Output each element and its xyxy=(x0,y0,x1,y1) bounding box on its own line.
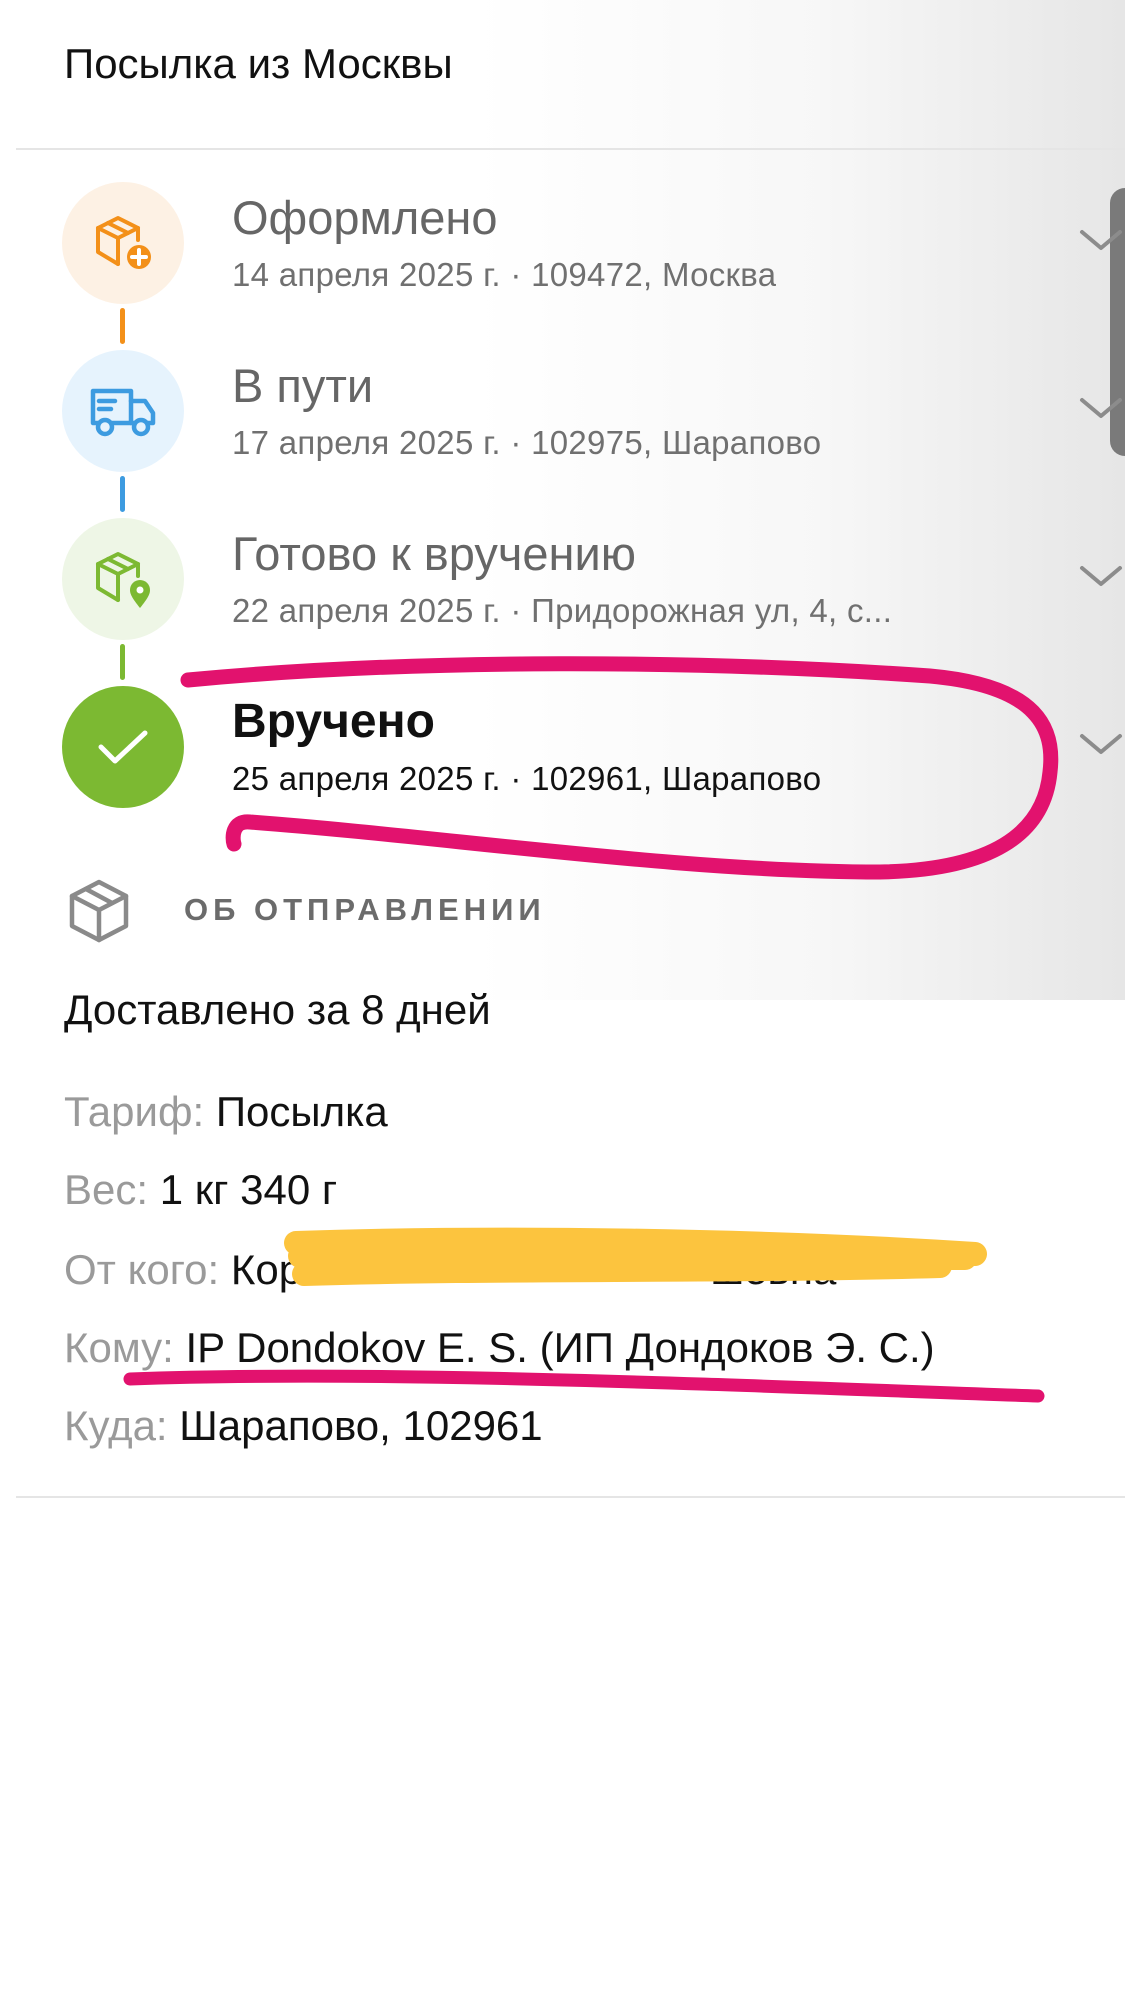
step-subtitle: 17 апреля 2025 г. · 102975, Шарапово xyxy=(232,424,822,461)
detail-value: Посылка xyxy=(215,1088,388,1135)
detail-row-tariff: Тариф: Посылка xyxy=(64,1088,388,1136)
checkmark-icon xyxy=(62,686,184,808)
chevron-down-icon[interactable] xyxy=(1078,388,1124,428)
timeline-step-registered[interactable]: Оформлено 14 апреля 2025 г. · 109472, Мо… xyxy=(0,182,1125,322)
chevron-down-icon[interactable] xyxy=(1078,724,1124,764)
detail-value: 1 кг 340 г xyxy=(159,1166,338,1213)
background-shade xyxy=(0,0,1125,1000)
timeline-step-in-transit[interactable]: В пути 17 апреля 2025 г. · 102975, Шарап… xyxy=(0,350,1125,490)
detail-value: IP Dondokov E. S. (ИП Дондоков Э. С.) xyxy=(185,1324,935,1371)
package-add-icon xyxy=(62,182,184,304)
pink-underline xyxy=(123,1369,1045,1403)
detail-label: Куда: xyxy=(64,1402,168,1449)
timeline-connector xyxy=(120,308,125,344)
detail-row-weight: Вес: 1 кг 340 г xyxy=(64,1166,337,1214)
delivery-duration: Доставлено за 8 дней xyxy=(64,986,491,1033)
step-title: Оформлено xyxy=(232,191,498,244)
detail-row-recipient: Кому: IP Dondokov E. S. (ИП Дондоков Э. … xyxy=(64,1324,935,1372)
package-location-icon xyxy=(62,518,184,640)
timeline-step-ready-for-pickup[interactable]: Готово к вручению 22 апреля 2025 г. · Пр… xyxy=(0,518,1125,658)
detail-row-sender: От кого: Кор шевна xyxy=(64,1246,836,1294)
truck-icon xyxy=(62,350,184,472)
header-divider xyxy=(16,148,1125,150)
package-icon xyxy=(69,879,129,943)
step-title: Вручено xyxy=(232,695,435,748)
detail-value: Шарапово, 102961 xyxy=(179,1402,543,1449)
timeline-connector xyxy=(120,644,125,680)
detail-value: Кор шевна xyxy=(230,1246,837,1293)
section-divider xyxy=(16,1496,1125,1498)
detail-label: Вес: xyxy=(64,1166,149,1213)
detail-row-destination: Куда: Шарапово, 102961 xyxy=(64,1402,543,1450)
detail-label: Тариф: xyxy=(64,1088,205,1135)
detail-label: Кому: xyxy=(64,1324,174,1371)
page-title: Посылка из Москвы xyxy=(64,40,453,87)
timeline-step-delivered[interactable]: Вручено 25 апреля 2025 г. · 102961, Шара… xyxy=(0,686,1125,826)
step-subtitle: 25 апреля 2025 г. · 102961, Шарапово xyxy=(232,760,822,797)
about-section-header: ОБ ОТПРАВЛЕНИИ xyxy=(64,876,864,946)
step-title: В пути xyxy=(232,359,374,412)
step-title: Готово к вручению xyxy=(232,527,636,580)
chevron-down-icon[interactable] xyxy=(1078,556,1124,596)
step-subtitle: 22 апреля 2025 г. · Придорожная ул, 4, с… xyxy=(232,592,893,629)
detail-label: От кого: xyxy=(64,1246,220,1293)
step-subtitle: 14 апреля 2025 г. · 109472, Москва xyxy=(232,256,777,293)
timeline-connector xyxy=(120,476,125,512)
section-label: ОБ ОТПРАВЛЕНИИ xyxy=(184,892,546,927)
chevron-down-icon[interactable] xyxy=(1078,220,1124,260)
